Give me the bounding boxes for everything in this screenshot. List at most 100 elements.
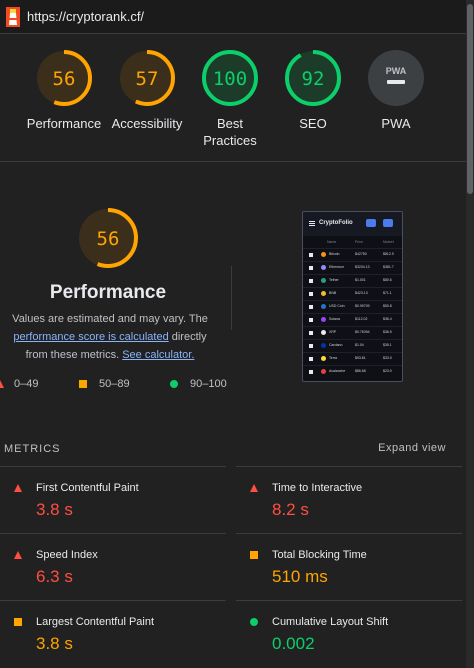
star-icon xyxy=(309,279,313,283)
address-bar[interactable]: https://cryptorank.cf/ xyxy=(0,0,474,34)
coin-market-cap: $33.9 xyxy=(383,356,392,360)
coin-price: $3204.13 xyxy=(355,265,370,269)
star-icon xyxy=(309,266,313,270)
star-icon xyxy=(309,305,313,309)
coin-price: $0.76394 xyxy=(355,330,370,334)
gauge-label-line: Practices xyxy=(203,133,257,148)
gauge-label: PWA xyxy=(381,116,411,131)
performance-description: Values are estimated and may vary. The p… xyxy=(4,310,216,364)
performance-title: Performance xyxy=(49,282,167,303)
star-icon xyxy=(309,357,313,361)
coin-market-cap: $36.4 xyxy=(383,317,392,321)
thumbnail-column-headers: Name Price Market xyxy=(303,240,402,246)
login-icon xyxy=(383,219,393,227)
coin-market-cap: $23.0 xyxy=(383,369,392,373)
gauge-score: 92 xyxy=(302,68,325,90)
coin-market-cap: $381.7 xyxy=(383,265,394,269)
coin-name: XRP xyxy=(329,330,337,334)
star-icon xyxy=(309,344,313,348)
thumbnail-coin-row: Tether $1.001 $80.6 xyxy=(303,274,402,286)
legend-average: 50–89 xyxy=(79,378,130,390)
gauge-label: Performance xyxy=(26,116,102,131)
coin-market-cap: $50.8 xyxy=(383,304,392,308)
pwa-badge-text: PWA xyxy=(386,66,407,76)
scrollbar-thumb[interactable] xyxy=(467,4,473,194)
fail-triangle-icon xyxy=(250,484,258,492)
gauge-score: 57 xyxy=(136,68,159,90)
star-icon xyxy=(309,253,313,257)
column-header: Market xyxy=(383,240,394,244)
gauge-performance[interactable]: 56 Performance xyxy=(16,48,112,132)
coin-price: $42750 xyxy=(355,252,367,256)
coin-name: Tether xyxy=(329,278,339,282)
coin-market-cap: $36.5 xyxy=(383,330,392,334)
thumbnail-coin-row: Solana $112.02 $36.4 xyxy=(303,313,402,325)
metric-label: Cumulative Layout Shift xyxy=(272,616,389,628)
gauge-label: Accessibility xyxy=(111,116,183,131)
thumbnail-coin-row: XRP $0.76394 $36.5 xyxy=(303,326,402,338)
metric-value: 3.8 s xyxy=(36,500,73,519)
expand-view-toggle[interactable]: Expand view xyxy=(378,442,446,454)
thumbnail-app-title: CryptoFolio xyxy=(319,220,353,226)
thumbnail-coin-row: USD Coin $0.99709 $50.8 xyxy=(303,300,402,312)
coin-price: $0.99709 xyxy=(355,304,370,308)
vertical-divider xyxy=(231,266,232,330)
accessibility-gauge-icon: 57 xyxy=(119,50,175,106)
fail-triangle-icon xyxy=(14,551,22,559)
metric-label: First Contentful Paint xyxy=(36,482,139,494)
average-square-icon xyxy=(14,618,22,626)
legend-range: 90–100 xyxy=(190,378,227,390)
thumbnail-coin-row: Cardano $1.04 $35.1 xyxy=(303,339,402,351)
metric-value: 6.3 s xyxy=(36,567,73,586)
description-text: Values are estimated and may vary. The xyxy=(12,313,208,325)
thumbnail-coin-row: Ethereum $3204.13 $381.7 xyxy=(303,261,402,273)
coin-name: USD Coin xyxy=(329,304,345,308)
pass-circle-icon xyxy=(250,618,258,626)
performance-section: 56 Performance Values are estimated and … xyxy=(0,162,466,432)
average-square-icon xyxy=(250,551,258,559)
scrollbar[interactable] xyxy=(466,0,474,668)
lighthouse-logo-icon xyxy=(6,7,20,27)
gauge-pwa[interactable]: PWA PWA xyxy=(348,48,444,132)
column-header: Name xyxy=(327,240,337,244)
see-calculator-link[interactable]: See calculator. xyxy=(122,349,194,361)
metric-cumulative-layout-shift: Cumulative Layout Shift 0.002 xyxy=(236,600,462,667)
coin-price: $93.81 xyxy=(355,356,366,360)
pass-circle-icon xyxy=(170,380,178,388)
page-screenshot-thumbnail[interactable]: CryptoFolio Name Price Market Bitcoin $42… xyxy=(302,211,403,382)
fail-triangle-icon xyxy=(14,484,22,492)
best-practices-gauge-icon: 100 xyxy=(202,50,258,106)
star-icon xyxy=(309,292,313,296)
metric-value: 8.2 s xyxy=(272,500,309,519)
metric-speed-index: Speed Index 6.3 s xyxy=(0,533,226,600)
coin-logo-icon xyxy=(321,330,326,335)
coin-logo-icon xyxy=(321,356,326,361)
coin-logo-icon xyxy=(321,252,326,257)
legend-fail: 0–49 xyxy=(0,378,38,390)
metrics-title: METRICS xyxy=(4,443,61,455)
gauge-seo[interactable]: 92 SEO xyxy=(265,48,361,132)
average-square-icon xyxy=(79,380,87,388)
coin-logo-icon xyxy=(321,278,326,283)
score-calculated-link[interactable]: performance score is calculated xyxy=(13,331,168,343)
metric-time-to-interactive: Time to Interactive 8.2 s xyxy=(236,466,462,533)
coin-market-cap: $812.9 xyxy=(383,252,394,256)
metric-value: 3.8 s xyxy=(36,634,73,653)
category-gauges: 56 Performance 57 Accessibility 100 Best… xyxy=(0,34,466,162)
coin-market-cap: $35.1 xyxy=(383,343,392,347)
metric-first-contentful-paint: First Contentful Paint 3.8 s xyxy=(0,466,226,533)
gauge-label: Best Practices xyxy=(182,115,278,149)
performance-gauge-icon: 56 xyxy=(36,50,92,106)
thumbnail-coin-row: Bitcoin $42750 $812.9 xyxy=(303,248,402,260)
coin-logo-icon xyxy=(321,304,326,309)
coin-price: $86.68 xyxy=(355,369,366,373)
legend-range: 50–89 xyxy=(99,378,130,390)
star-icon xyxy=(309,370,313,374)
gauge-accessibility[interactable]: 57 Accessibility xyxy=(99,48,195,132)
coin-name: BNB xyxy=(329,291,337,295)
url-text[interactable]: https://cryptorank.cf/ xyxy=(27,9,144,24)
gauge-label: SEO xyxy=(299,116,327,131)
thumbnail-coin-row: BNB $423.13 $71.1 xyxy=(303,287,402,299)
gauge-best-practices[interactable]: 100 Best Practices xyxy=(182,48,278,149)
pwa-badge-icon: PWA xyxy=(368,50,424,106)
